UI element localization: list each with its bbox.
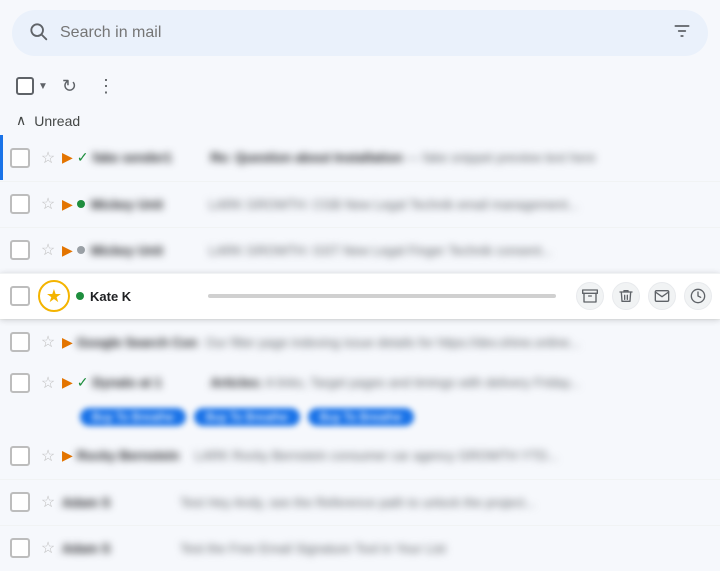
mail-row[interactable]: ☆ Adam S Test Hey Andy, see the Referenc… xyxy=(0,479,720,525)
sender-name: Adam S xyxy=(62,541,172,556)
important-marker: ▶ xyxy=(62,334,73,351)
refresh-button[interactable]: ↻ xyxy=(56,72,83,101)
star-button[interactable]: ☆ xyxy=(38,373,58,393)
check-mark: ✓ xyxy=(77,374,89,391)
mail-list: ☆ ▶ ✓ fake sender1 Re: Question about In… xyxy=(0,135,720,571)
delete-icon[interactable] xyxy=(612,282,640,310)
snooze-icon[interactable] xyxy=(684,282,712,310)
chevron-icon[interactable]: ∧ xyxy=(16,112,26,129)
sender-name: Adam S xyxy=(62,495,172,510)
star-button[interactable]: ☆ xyxy=(38,446,58,466)
sender-name: Dynalo at 1 xyxy=(93,375,203,390)
mail-content: Our filter page indexing issue details f… xyxy=(205,335,712,350)
star-button[interactable]: ★ xyxy=(38,280,70,312)
star-button[interactable]: ☆ xyxy=(38,538,58,558)
star-button[interactable]: ☆ xyxy=(38,194,58,214)
chips-row: Buy To Breathe Buy To Breathe Buy To Bre… xyxy=(0,401,720,433)
mail-content: Test Hey Andy, see the Reference path to… xyxy=(180,495,712,510)
section-title: Unread xyxy=(34,113,80,129)
progress-bar xyxy=(208,294,556,298)
row-checkbox[interactable] xyxy=(10,446,30,466)
row-actions xyxy=(576,282,712,310)
row-checkbox[interactable] xyxy=(10,492,30,512)
search-input[interactable] xyxy=(60,24,672,42)
search-bar xyxy=(12,10,708,56)
row-checkbox[interactable] xyxy=(10,332,30,352)
check-mark: ✓ xyxy=(77,149,89,166)
mail-content: Test the Free Email Signature Tool in Yo… xyxy=(180,541,712,556)
mail-content: LARK GROWTH: CGB New Legal Technik email… xyxy=(209,197,712,212)
mail-row[interactable]: ☆ ▶ Google Search Con Our filter page in… xyxy=(0,319,720,365)
star-button[interactable]: ☆ xyxy=(38,240,58,260)
mail-row[interactable]: ☆ ▶ ✓ fake sender1 Re: Question about In… xyxy=(0,135,720,181)
chip[interactable]: Buy To Breathe xyxy=(80,408,186,426)
sender-name: Google Search Con xyxy=(77,335,198,350)
star-button[interactable]: ☆ xyxy=(38,492,58,512)
mail-row[interactable]: ☆ Adam S Test the Free Email Signature T… xyxy=(0,525,720,571)
mail-row[interactable]: ☆ ▶ ✓ Dynalo at 1 Articles: A links, Tar… xyxy=(0,365,720,401)
important-marker: ▶ xyxy=(62,374,73,391)
important-marker: ▶ xyxy=(62,196,73,213)
mail-row-with-chips: ☆ ▶ ✓ Dynalo at 1 Articles: A links, Tar… xyxy=(0,365,720,433)
important-marker: ▶ xyxy=(62,242,73,259)
row-checkbox[interactable] xyxy=(10,373,30,393)
mail-content: LARK Rocky Bernstein consumer car agency… xyxy=(195,448,712,463)
star-button[interactable]: ☆ xyxy=(38,332,58,352)
sender-name: Mickey Unit xyxy=(91,243,201,258)
row-checkbox[interactable] xyxy=(10,148,30,168)
filter-icon[interactable] xyxy=(672,21,692,46)
mail-row-active[interactable]: ★ Kate K xyxy=(0,273,720,319)
chip[interactable]: Buy To Breathe xyxy=(194,408,300,426)
sender-name: Rocky Bernstein xyxy=(77,448,187,463)
select-all-checkbox[interactable]: ▼ xyxy=(16,77,48,95)
mail-row[interactable]: ☆ ▶ Mickey Unit LARK GROWTH: GST New Leg… xyxy=(0,227,720,273)
search-icon xyxy=(28,21,48,46)
mail-content: LARK GROWTH: GST New Legal Finger Techni… xyxy=(209,243,712,258)
star-button[interactable]: ☆ xyxy=(38,148,58,168)
mail-row[interactable]: ☆ ▶ Rocky Bernstein LARK Rocky Bernstein… xyxy=(0,433,720,479)
sender-name: Mickey Unit xyxy=(91,197,201,212)
row-checkbox[interactable] xyxy=(10,538,30,558)
toolbar: ▼ ↻ ⋮ xyxy=(0,66,720,106)
archive-icon[interactable] xyxy=(576,282,604,310)
mail-content: Articles: A links, Target pages and timi… xyxy=(211,375,712,390)
status-dot xyxy=(77,200,85,208)
sender-name: Kate K xyxy=(90,289,200,304)
mail-content: Re: Question about Installation — fake s… xyxy=(211,150,712,165)
unread-section-header: ∧ Unread xyxy=(0,106,720,135)
sender-name: fake sender1 xyxy=(93,150,203,165)
mail-row[interactable]: ☆ ▶ Mickey Unit LARK GROWTH: CGB New Leg… xyxy=(0,181,720,227)
mark-read-icon[interactable] xyxy=(648,282,676,310)
chip[interactable]: Buy To Breathe xyxy=(308,408,414,426)
important-marker: ▶ xyxy=(62,447,73,464)
row-checkbox[interactable] xyxy=(10,240,30,260)
important-marker: ▶ xyxy=(62,149,73,166)
row-checkbox[interactable] xyxy=(10,286,30,306)
more-options-button[interactable]: ⋮ xyxy=(91,72,121,101)
row-checkbox[interactable] xyxy=(10,194,30,214)
status-dot xyxy=(76,292,84,300)
status-dot xyxy=(77,246,85,254)
